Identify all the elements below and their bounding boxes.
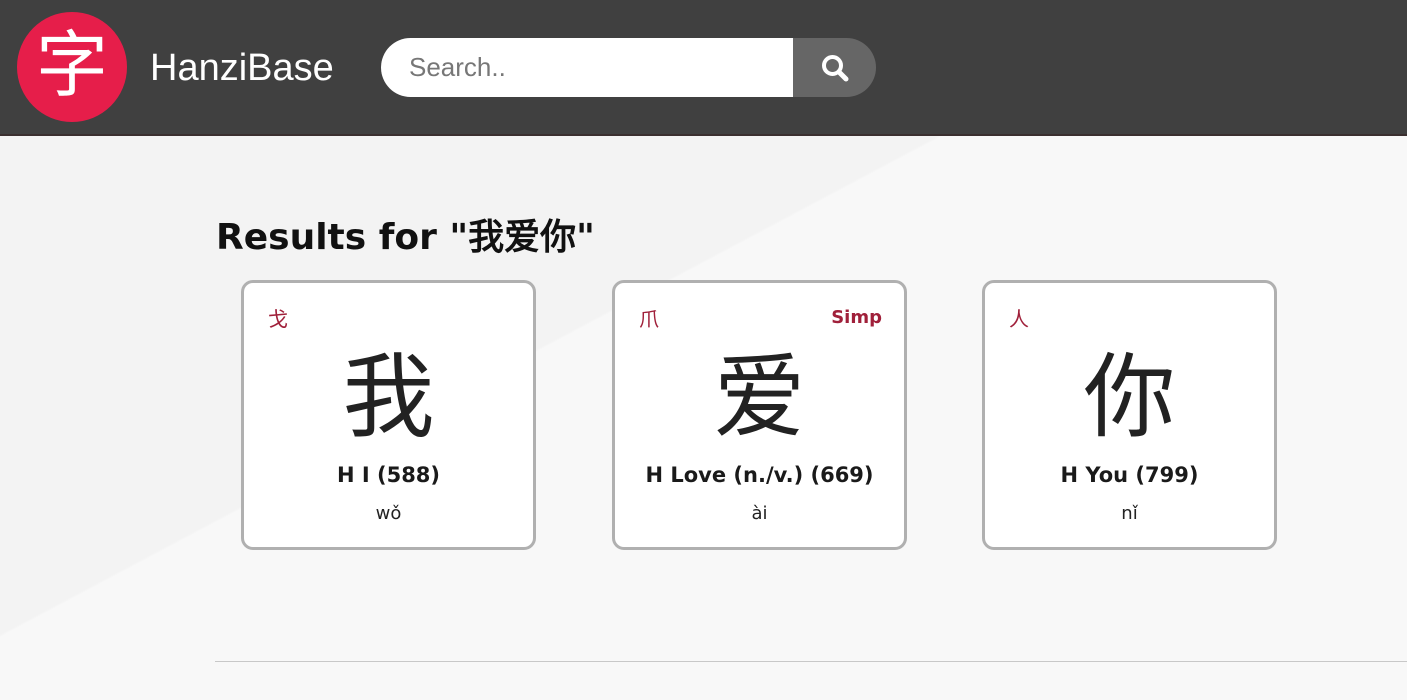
radical-label: 戈 <box>268 307 288 331</box>
search-form <box>381 38 876 97</box>
search-button[interactable] <box>793 38 876 97</box>
pinyin-label: nǐ <box>1121 503 1138 524</box>
radical-label: 人 <box>1009 307 1029 331</box>
pinyin-label: wǒ <box>375 503 402 524</box>
main-content: Results for "我爱你" 戈 我 H I (588) wǒ 爪 Sim… <box>0 136 1407 700</box>
top-navbar: 字 HanziBase <box>0 0 1407 136</box>
logo-glyph: 字 <box>35 23 108 107</box>
hanzi-character: 爱 <box>713 344 806 451</box>
meaning-label: H Love (n./v.) (669) <box>645 463 874 487</box>
search-input[interactable] <box>381 38 793 97</box>
character-card-wo[interactable]: 戈 我 H I (588) wǒ <box>241 280 536 550</box>
results-title: Results for "我爱你" <box>216 217 595 258</box>
site-logo[interactable]: 字 <box>17 12 127 122</box>
character-card-ai[interactable]: 爪 Simp 爱 H Love (n./v.) (669) ài <box>612 280 907 550</box>
search-icon <box>821 54 848 81</box>
brand-name[interactable]: HanziBase <box>150 44 334 92</box>
simplified-badge: Simp <box>831 307 882 328</box>
section-divider <box>215 661 1407 662</box>
character-card-ni[interactable]: 人 你 H You (799) nǐ <box>982 280 1277 550</box>
meaning-label: H I (588) <box>336 463 441 487</box>
meaning-label: H You (799) <box>1060 463 1199 487</box>
hanzi-character: 我 <box>342 344 435 451</box>
pinyin-label: ài <box>751 503 768 524</box>
radical-label: 爪 <box>639 307 659 331</box>
hanzi-character: 你 <box>1083 344 1176 451</box>
